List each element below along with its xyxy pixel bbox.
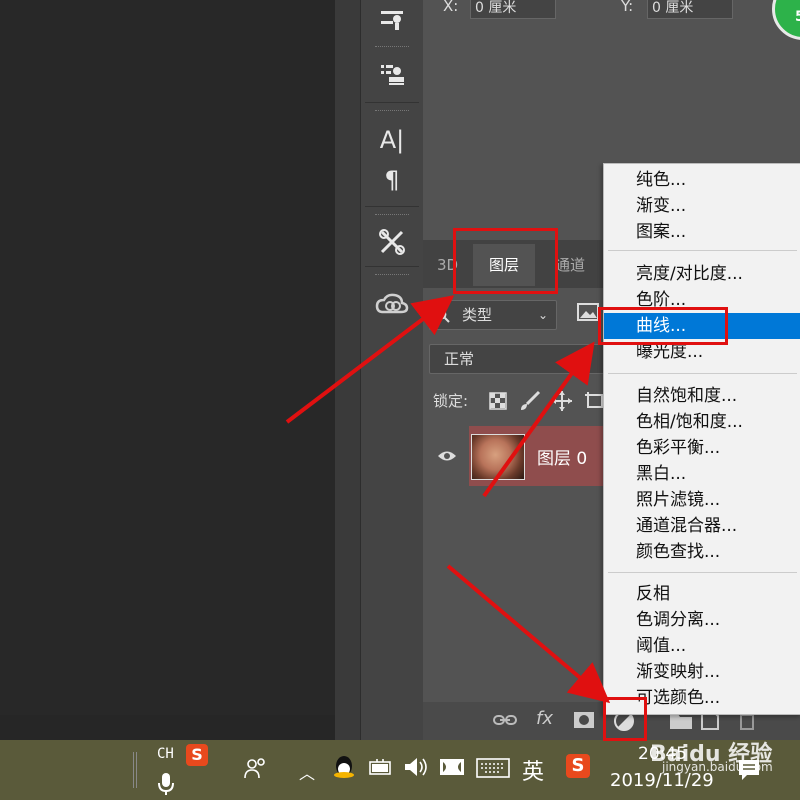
lock-row: 锁定: — [433, 390, 603, 411]
lock-label: 锁定: — [433, 392, 469, 410]
layer-row[interactable]: 图层 0 — [423, 426, 608, 488]
windows-taskbar: CH S ︿ 英 S 20:45 2019/11/29 Baidu 经验 jin… — [0, 740, 800, 800]
annotation-box-curves — [598, 307, 728, 345]
lock-transparent-pixels-icon[interactable] — [489, 392, 507, 414]
microphone-icon[interactable] — [158, 772, 174, 800]
dolby-icon[interactable] — [439, 758, 465, 780]
panel-grip[interactable] — [375, 110, 409, 114]
input-lang-indicator[interactable]: CH — [157, 746, 174, 762]
qq-icon[interactable] — [332, 754, 356, 780]
menu-item-hue-saturation[interactable]: 色相/饱和度... — [604, 409, 800, 435]
x-label: X: — [443, 0, 459, 15]
people-icon[interactable] — [243, 756, 269, 786]
menu-item-color-lookup[interactable]: 颜色查找... — [604, 539, 800, 565]
blend-mode-value: 正常 — [444, 350, 475, 368]
menu-item-threshold[interactable]: 阈值... — [604, 633, 800, 659]
link-layers-icon[interactable] — [493, 712, 517, 731]
creative-cloud-libraries-icon[interactable] — [361, 286, 423, 322]
y-input[interactable]: 0 厘米 — [647, 0, 733, 19]
battery-plug-icon[interactable] — [369, 758, 393, 780]
layers-bottom-bar: fx — [423, 702, 608, 740]
menu-item-gradient-map[interactable]: 渐变映射... — [604, 659, 800, 685]
blend-mode-select[interactable]: 正常 — [429, 344, 611, 374]
adjustments-panel-icon[interactable] — [361, 0, 423, 36]
adjustment-layer-menu: 纯色... 渐变... 图案... 亮度/对比度... 色阶... 曲线... … — [603, 163, 800, 715]
layer-style-fx-button[interactable]: fx — [536, 708, 553, 729]
eye-visibility-icon[interactable] — [437, 448, 457, 467]
layer-name[interactable]: 图层 0 — [537, 444, 587, 469]
search-icon — [436, 301, 450, 329]
badge-count: 58 — [795, 9, 800, 25]
keyboard-icon[interactable] — [476, 758, 510, 782]
lock-image-pixels-icon[interactable] — [519, 390, 541, 416]
menu-item-gradient[interactable]: 渐变... — [604, 193, 800, 219]
menu-item-brightness-contrast[interactable]: 亮度/对比度... — [604, 261, 800, 287]
y-label: Y: — [621, 0, 634, 15]
layer-thumbnail — [471, 434, 525, 480]
sogou-ime-icon[interactable]: S — [186, 744, 208, 766]
ime-mode-indicator[interactable]: 英 — [522, 754, 544, 786]
menu-item-invert[interactable]: 反相 — [604, 581, 800, 607]
chevron-down-icon: ⌄ — [538, 308, 549, 322]
character-panel-icon[interactable]: A| — [361, 122, 423, 158]
x-input[interactable]: 0 厘米 — [470, 0, 556, 19]
panel-grip[interactable] — [375, 214, 409, 218]
notification-center-icon[interactable] — [737, 758, 761, 786]
layers-panel: 3D 图层 通道 类型 ⌄ 正常 锁定: 图层 0 fx — [423, 240, 611, 740]
document-canvas[interactable] — [0, 0, 335, 715]
menu-item-black-white[interactable]: 黑白... — [604, 461, 800, 487]
menu-item-solid-color[interactable]: 纯色... — [604, 167, 800, 193]
annotation-box-adjustment-button — [603, 697, 647, 741]
chevron-up-icon[interactable]: ︿ — [299, 760, 315, 784]
layer-filter-select[interactable]: 类型 ⌄ — [429, 300, 557, 330]
menu-item-vibrance[interactable]: 自然饱和度... — [604, 383, 800, 409]
speaker-icon[interactable] — [403, 756, 429, 782]
tab-channels[interactable]: 通道 — [555, 244, 585, 286]
add-mask-icon[interactable] — [573, 711, 595, 733]
filter-label: 类型 — [462, 306, 493, 324]
menu-item-posterize[interactable]: 色调分离... — [604, 607, 800, 633]
tool-presets-icon[interactable] — [361, 224, 423, 260]
panel-grip[interactable] — [375, 274, 409, 278]
menu-item-color-balance[interactable]: 色彩平衡... — [604, 435, 800, 461]
menu-item-pattern[interactable]: 图案... — [604, 219, 800, 245]
lock-artboard-icon[interactable] — [583, 390, 605, 416]
clone-source-icon[interactable] — [361, 56, 423, 92]
lock-position-icon[interactable] — [551, 390, 573, 416]
paragraph-panel-icon[interactable]: ¶ — [361, 162, 423, 198]
menu-item-channel-mixer[interactable]: 通道混合器... — [604, 513, 800, 539]
menu-item-photo-filter[interactable]: 照片滤镜... — [604, 487, 800, 513]
taskbar-divider — [133, 752, 137, 788]
panel-dock-toolstrip: A| ¶ — [360, 0, 424, 740]
panel-gutter — [335, 0, 360, 740]
annotation-box-layers-tab — [453, 228, 558, 294]
panel-grip[interactable] — [375, 46, 409, 50]
sogou-tray-icon[interactable]: S — [566, 754, 590, 778]
